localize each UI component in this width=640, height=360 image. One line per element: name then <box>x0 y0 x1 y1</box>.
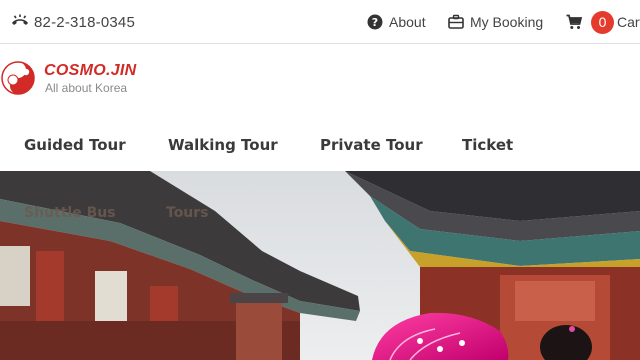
brand-tagline: All about Korea <box>45 81 128 95</box>
cart-count-badge: 0 <box>591 10 614 34</box>
top-bar: 82-2-318-0345 ? About My Booking 0 Cart <box>0 0 640 44</box>
cart-label: Cart <box>617 14 640 30</box>
logo-mark-icon <box>1 61 35 95</box>
hero-banner: Shuttle Bus Tours <box>0 171 640 360</box>
briefcase-icon <box>448 14 464 29</box>
about-link[interactable]: ? About <box>367 13 426 31</box>
nav-tours[interactable]: Tours <box>166 205 209 221</box>
question-circle-icon: ? <box>367 14 383 30</box>
main-nav: Guided Tour Walking Tour Private Tour Ti… <box>0 132 640 162</box>
nav-guided-tour[interactable]: Guided Tour <box>24 136 126 154</box>
site-logo[interactable]: COSMO.JIN All about Korea <box>0 58 160 100</box>
my-booking-label: My Booking <box>470 14 544 30</box>
nav-shuttle-bus[interactable]: Shuttle Bus <box>24 205 116 221</box>
cart-link[interactable]: 0 Cart <box>566 10 640 34</box>
phone-number: 82-2-318-0345 <box>34 13 136 31</box>
nav-private-tour[interactable]: Private Tour <box>320 136 423 154</box>
nav-ticket[interactable]: Ticket <box>462 136 513 154</box>
hero-image <box>0 171 640 360</box>
my-booking-link[interactable]: My Booking <box>448 13 543 31</box>
brand-name: COSMO.JIN <box>44 62 137 79</box>
shopping-cart-icon <box>566 14 582 29</box>
phone-contact[interactable]: 82-2-318-0345 <box>10 12 135 32</box>
about-label: About <box>389 14 426 30</box>
nav-walking-tour[interactable]: Walking Tour <box>168 136 278 154</box>
phone-icon <box>12 14 28 25</box>
svg-text:?: ? <box>372 16 378 29</box>
